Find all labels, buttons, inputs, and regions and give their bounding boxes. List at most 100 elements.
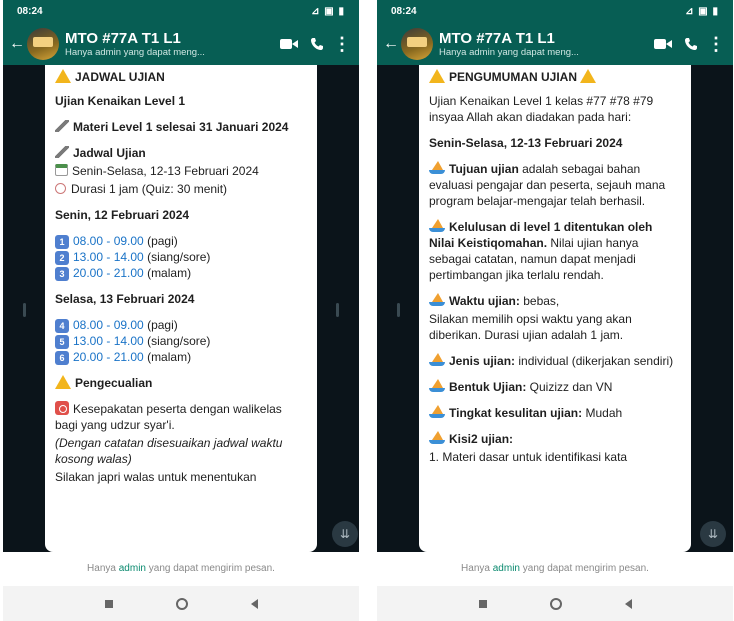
left-edge-indicator [23, 303, 26, 317]
sailboat-icon [429, 293, 445, 306]
chat-title-block[interactable]: MTO #77A T1 L1 Hanya admin yang dapat me… [65, 30, 275, 58]
chat-area[interactable]: JADWAL UJIAN Ujian Kenaikan Level 1 Mate… [3, 65, 359, 552]
sailboat-icon [429, 405, 445, 418]
chat-area[interactable]: PENGUMUMAN UJIAN Ujian Kenaikan Level 1 … [377, 65, 733, 552]
time-slot-row: 5 13.00 - 14.00 (siang/sore) [55, 333, 307, 349]
exam-name: Ujian Kenaikan Level 1 [55, 94, 186, 108]
durasi-line: Durasi 1 jam (Quiz: 30 menit) [55, 181, 307, 197]
day1-title: Senin, 12 Februari 2024 [55, 208, 190, 222]
time-slot-row: 3 20.00 - 21.00 (malam) [55, 265, 307, 281]
sailboat-icon [429, 353, 445, 366]
time-range-link[interactable]: 08.00 - 09.00 [73, 234, 144, 248]
home-icon[interactable] [175, 597, 188, 610]
warning-icon [55, 375, 71, 389]
status-time: 08:24 [391, 5, 417, 17]
status-icons: ⊿ ▣ ▮ [311, 5, 345, 17]
materi-line: Materi Level 1 selesai 31 Januari 2024 [55, 119, 307, 135]
chat-subtitle: Hanya admin yang dapat meng... [439, 46, 579, 58]
waktu-detail: Silakan memilih opsi waktu yang akan dib… [429, 312, 632, 342]
time-range-link[interactable]: 08.00 - 09.00 [73, 318, 144, 332]
sailboat-icon [429, 161, 445, 174]
group-avatar[interactable] [27, 27, 59, 60]
exception-title: Pengecualian [55, 375, 307, 391]
time-slot-label: (malam) [143, 266, 192, 280]
kelulusan-item: Kelulusan di level 1 ditentukan oleh Nil… [429, 219, 653, 282]
time-range-link[interactable]: 13.00 - 14.00 [73, 250, 144, 264]
status-icons: ⊿ ▣ ▮ [685, 5, 719, 17]
message-heading: JADWAL UJIAN [55, 69, 307, 85]
time-range-link[interactable]: 20.00 - 21.00 [73, 350, 144, 364]
double-chevron-down-icon[interactable]: ⇊ [700, 521, 726, 547]
status-bar: 08:24 ⊿ ▣ ▮ [3, 0, 359, 22]
message-bubble-jadwal[interactable]: JADWAL UJIAN Ujian Kenaikan Level 1 Mate… [45, 65, 317, 552]
status-bar: 08:24 ⊿ ▣ ▮ [377, 0, 733, 22]
recents-icon[interactable] [104, 599, 113, 608]
time-slot-label: (pagi) [143, 318, 178, 332]
number-keycap-icon: 3 [55, 267, 69, 281]
phone-icon[interactable] [677, 37, 705, 51]
arrow-left-icon[interactable]: ← [9, 35, 25, 52]
kebab-menu-icon[interactable]: ⋮ [705, 35, 727, 53]
exam-date: Senin-Selasa, 12-13 Februari 2024 [429, 136, 623, 150]
jadwal-date: Senin-Selasa, 12-13 Februari 2024 [55, 163, 307, 179]
pin-icon [55, 146, 69, 158]
warning-icon [55, 69, 71, 83]
bentuk-item: Bentuk Ujian: Quizizz dan VN [429, 379, 681, 395]
video-camera-icon[interactable] [275, 38, 303, 50]
pin-icon [55, 120, 69, 132]
time-slot-label: (pagi) [143, 234, 178, 248]
phone-icon[interactable] [303, 37, 331, 51]
tujuan-item: Tujuan ujian adalah sebagai bahan evalua… [429, 161, 666, 208]
cutoff-text: Silakan japri walas untuk menentukan [55, 470, 257, 484]
number-keycap-icon: 5 [55, 335, 69, 349]
no-entry-icon [55, 401, 69, 415]
chat-title: MTO #77A T1 L1 [439, 29, 555, 47]
time-slot-label: (siang/sore) [143, 250, 211, 264]
calendar-icon [55, 164, 68, 176]
time-slot-label: (malam) [143, 350, 192, 364]
status-time: 08:24 [17, 5, 43, 17]
jadwal-title: Jadwal Ujian [55, 145, 307, 161]
message-bubble-pengumuman[interactable]: PENGUMUMAN UJIAN Ujian Kenaikan Level 1 … [419, 65, 691, 552]
exception-text: Kesepakatan peserta dengan walikelas bag… [55, 401, 282, 432]
recents-icon[interactable] [478, 599, 487, 608]
chat-header: ← MTO #77A T1 L1 Hanya admin yang dapat … [3, 22, 359, 65]
arrow-left-icon[interactable]: ← [383, 35, 399, 52]
time-slot-label: (siang/sore) [143, 334, 211, 348]
day1-slot-list: 1 08.00 - 09.00 (pagi) 2 13.00 - 14.00 (sia… [55, 233, 307, 281]
kisi-list-item: 1. Materi dasar untuk identifikasi kata [429, 450, 628, 464]
intro-text: Ujian Kenaikan Level 1 kelas #77 #78 #79… [429, 94, 654, 124]
chat-header: ← MTO #77A T1 L1 Hanya admin yang dapat … [377, 22, 733, 65]
number-keycap-icon: 2 [55, 251, 69, 265]
chat-title: MTO #77A T1 L1 [65, 29, 181, 47]
time-range-link[interactable]: 13.00 - 14.00 [73, 334, 144, 348]
system-nav-bar [3, 586, 359, 621]
right-edge-indicator [336, 303, 339, 317]
tingkat-item: Tingkat kesulitan ujian: Mudah [429, 405, 681, 421]
group-avatar[interactable] [401, 27, 433, 60]
day2-slot-list: 4 08.00 - 09.00 (pagi) 5 13.00 - 14.00 (sia… [55, 317, 307, 365]
kisi-item: Kisi2 ujian: [429, 431, 681, 447]
video-camera-icon[interactable] [649, 38, 677, 50]
left-edge-indicator [397, 303, 400, 317]
sailboat-icon [429, 219, 445, 232]
jenis-item: Jenis ujian: individual (dikerjakan send… [429, 353, 681, 369]
time-slot-row: 1 08.00 - 09.00 (pagi) [55, 233, 307, 249]
admin-only-notice: Hanya admin yang dapat mengirim pesan. [3, 552, 359, 586]
back-triangle-icon[interactable] [250, 598, 258, 609]
back-triangle-icon[interactable] [624, 598, 632, 609]
system-nav-bar [377, 586, 733, 621]
kebab-menu-icon[interactable]: ⋮ [331, 35, 353, 53]
home-icon[interactable] [549, 597, 562, 610]
day2-title: Selasa, 13 Februari 2024 [55, 292, 195, 306]
exception-note: (Dengan catatan disesuaikan jadwal waktu… [55, 436, 283, 466]
message-heading: PENGUMUMAN UJIAN [429, 69, 681, 85]
time-range-link[interactable]: 20.00 - 21.00 [73, 266, 144, 280]
clock-icon [55, 183, 66, 194]
double-chevron-down-icon[interactable]: ⇊ [332, 521, 358, 547]
admin-only-notice: Hanya admin yang dapat mengirim pesan. [377, 552, 733, 586]
sailboat-icon [429, 431, 445, 444]
warning-icon [580, 69, 597, 83]
chat-title-block[interactable]: MTO #77A T1 L1 Hanya admin yang dapat me… [439, 30, 649, 58]
waktu-item: Waktu ujian: bebas, [429, 293, 681, 309]
